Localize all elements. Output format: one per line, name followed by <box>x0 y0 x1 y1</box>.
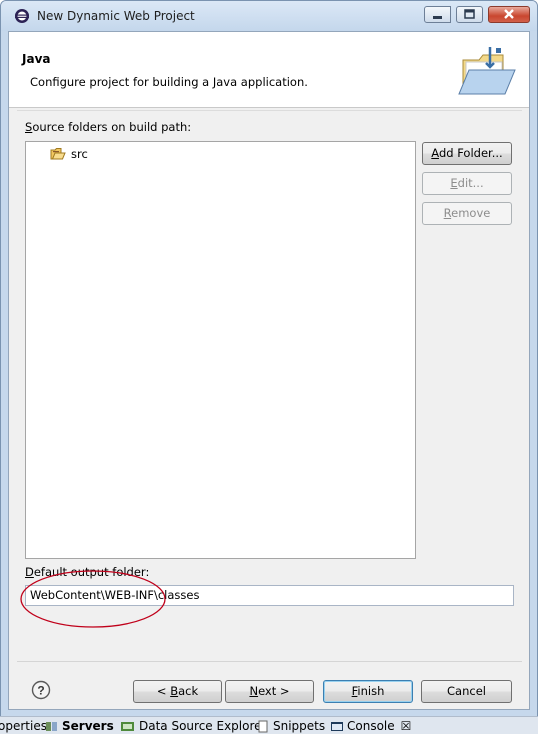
page-title: Java <box>22 52 51 66</box>
tree-item-src[interactable]: src <box>50 146 88 162</box>
tab-console[interactable]: Console ☒ <box>330 719 411 733</box>
tab-label: operties <box>0 719 47 733</box>
tab-properties[interactable]: operties <box>0 719 47 733</box>
finish-button[interactable]: Finish <box>323 680 413 703</box>
close-tab-icon[interactable]: ☒ <box>401 719 412 733</box>
minimize-icon <box>433 16 442 19</box>
servers-icon <box>46 721 57 731</box>
output-folder-field[interactable]: WebContent\WEB-INF\classes <box>25 585 514 606</box>
default-output-folder-label: Default output folder: <box>25 565 150 579</box>
page-description: Configure project for building a Java ap… <box>30 75 308 89</box>
close-button[interactable] <box>488 6 530 23</box>
maximize-button[interactable] <box>456 6 483 23</box>
tab-label: Servers <box>62 719 114 733</box>
tab-label: Data Source Explorer <box>139 719 267 733</box>
next-button[interactable]: Next > <box>225 680 314 703</box>
dialog-client-area: Java Configure project for building a Ja… <box>8 31 530 710</box>
dialog-window: New Dynamic Web Project Java Configure p… <box>0 0 538 718</box>
console-icon <box>331 721 343 731</box>
tab-label: Snippets <box>273 719 326 733</box>
remove-button[interactable]: Remove <box>422 202 512 225</box>
tab-data-source-explorer[interactable]: Data Source Explorer <box>120 719 266 733</box>
java-folder-wizard-icon <box>458 47 516 95</box>
tab-label: Console <box>347 719 395 733</box>
cancel-button[interactable]: Cancel <box>421 680 512 703</box>
minimize-button[interactable] <box>424 6 451 23</box>
tab-snippets[interactable]: Snippets <box>257 719 325 733</box>
footer-separator <box>17 661 522 662</box>
wizard-banner: Java Configure project for building a Ja… <box>9 32 529 108</box>
source-folders-tree[interactable]: src <box>25 141 416 559</box>
close-icon <box>504 9 514 19</box>
svg-text:?: ? <box>37 684 44 698</box>
data-source-icon <box>121 721 134 731</box>
tab-servers[interactable]: Servers <box>45 719 114 733</box>
help-icon[interactable]: ? <box>31 680 51 700</box>
edit-button[interactable]: Edit... <box>422 172 512 195</box>
eclipse-icon <box>15 9 29 23</box>
title-bar[interactable]: New Dynamic Web Project <box>1 1 537 31</box>
maximize-icon <box>464 9 475 19</box>
snippets-icon <box>258 720 268 732</box>
eclipse-views-tabbar: operties Servers Data Source Explorer Sn… <box>0 716 538 734</box>
source-folders-label: Source folders on build path: <box>25 120 192 134</box>
window-title: New Dynamic Web Project <box>37 9 195 23</box>
source-folder-icon <box>50 148 66 160</box>
back-button[interactable]: < Back <box>133 680 222 703</box>
banner-separator <box>17 110 522 111</box>
add-folder-button[interactable]: Add Folder... <box>422 142 512 165</box>
tree-item-label: src <box>71 147 88 161</box>
